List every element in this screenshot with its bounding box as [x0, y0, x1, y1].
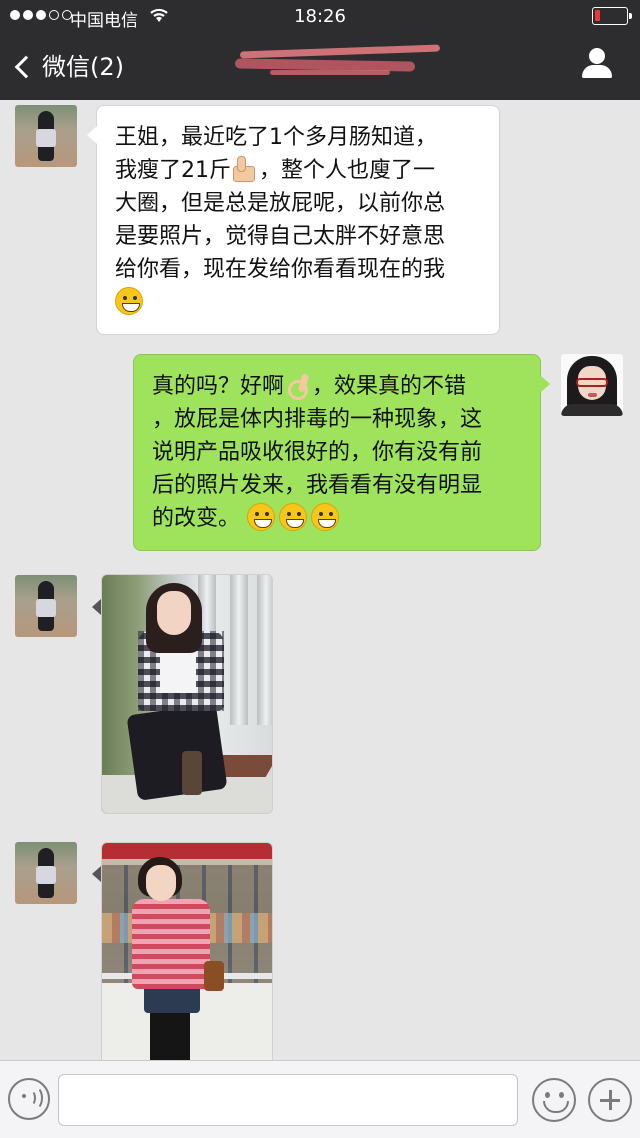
top-bar: 中国电信 18:26 微信(2)	[0, 0, 640, 100]
photo-woman-plaid-shirt[interactable]	[101, 574, 273, 814]
message-text: 王姐，最近吃了1个多月肠知道， 我瘦了21斤 ，整个人也廋了一 大圈，但是总是放屁…	[115, 121, 481, 319]
message-bubble-outgoing[interactable]: 真的吗？好啊 ，效果真的不错 ，放屁是体内排毒的一种现象，这 说明产品吸收很好的，…	[133, 354, 550, 551]
message-bubble-incoming[interactable]: 王姐，最近吃了1个多月肠知道， 我瘦了21斤 ，整个人也廋了一 大圈，但是总是放屁…	[87, 105, 500, 335]
voice-icon[interactable]	[8, 1078, 50, 1120]
smile-emoji	[247, 503, 276, 531]
person-icon[interactable]	[582, 48, 612, 80]
message-input[interactable]	[58, 1074, 518, 1126]
ok-hand-emoji	[286, 372, 310, 400]
status-time: 18:26	[294, 6, 346, 27]
chat-title-redacted	[230, 42, 441, 82]
my-avatar[interactable]	[561, 354, 623, 416]
contact-avatar[interactable]	[15, 105, 77, 167]
back-button[interactable]: 微信(2)	[14, 47, 124, 82]
bubble-tail	[92, 599, 101, 615]
bubble-tail	[92, 866, 101, 882]
status-bar: 中国电信 18:26	[0, 0, 640, 34]
grin-emoji	[115, 287, 143, 315]
plus-icon[interactable]	[588, 1078, 632, 1122]
input-bar	[0, 1060, 640, 1138]
thumbs-up-emoji	[233, 156, 257, 182]
nav-bar: 微信(2)	[0, 34, 640, 100]
chevron-left-icon	[14, 55, 38, 78]
back-label: 微信(2)	[42, 53, 124, 81]
smile-emoji	[279, 503, 308, 531]
message-text: 真的吗？好啊 ，效果真的不错 ，放屁是体内排毒的一种现象，这 说明产品吸收很好的，…	[152, 372, 483, 531]
battery-icon	[592, 7, 632, 25]
photo-woman-pink-shirt[interactable]	[101, 842, 273, 1060]
smile-emoji	[311, 503, 340, 531]
contact-avatar[interactable]	[15, 575, 77, 637]
chat-messages[interactable]: 王姐，最近吃了1个多月肠知道， 我瘦了21斤 ，整个人也廋了一 大圈，但是总是放屁…	[0, 100, 640, 1060]
contact-avatar[interactable]	[15, 842, 77, 904]
emoji-icon[interactable]	[532, 1078, 576, 1122]
